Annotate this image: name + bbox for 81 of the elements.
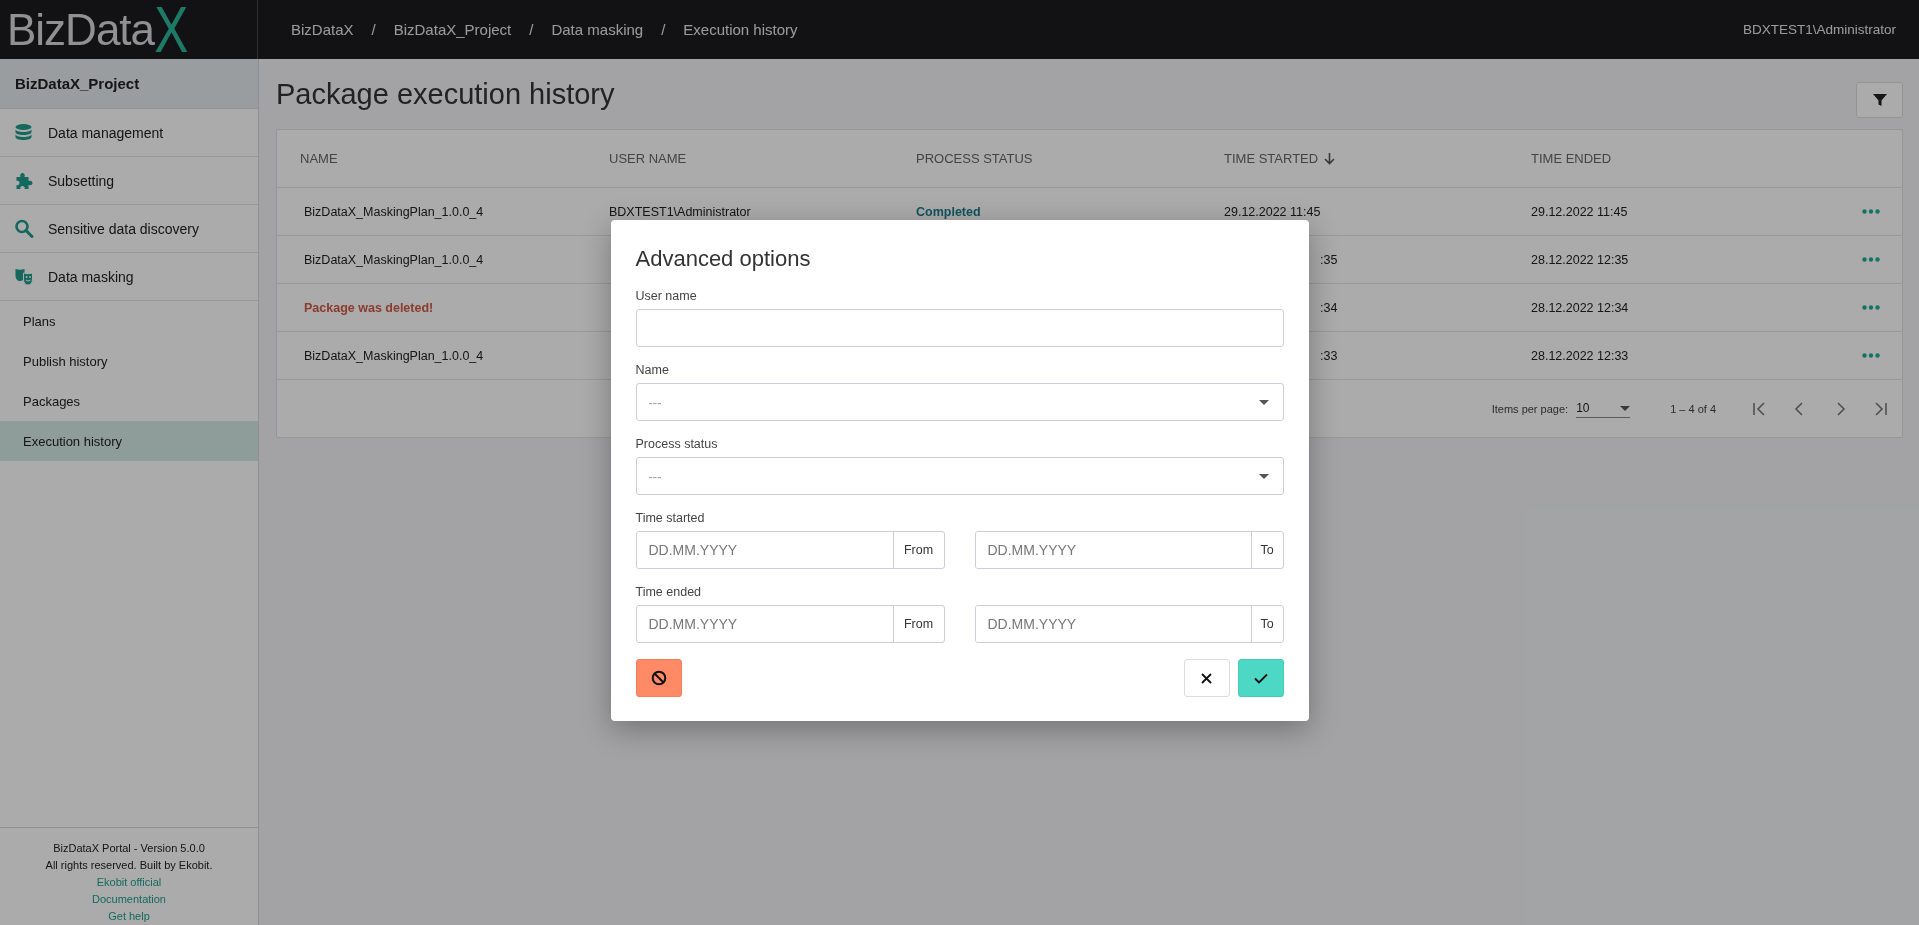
page-size-select[interactable]: 10 [1576,399,1631,418]
field-label: Name [635,363,670,377]
breadcrumb-current: Execution history [683,21,798,38]
logo-mark: X [154,0,189,62]
text-field[interactable] [635,309,1284,347]
more-options-icon[interactable] [1862,257,1880,262]
date-field[interactable]: DD.MM.YYYY To [974,531,1284,569]
page-title: Package execution history [276,77,615,111]
prohibited-icon [650,670,667,686]
field-label: Process status [635,437,719,451]
field-label: User name [635,289,698,303]
sidebar-item[interactable]: Subsetting [0,157,258,205]
more-options-icon[interactable] [1862,305,1880,310]
caret-icon [1258,399,1269,405]
close-button[interactable] [1183,659,1230,697]
date-field[interactable]: DD.MM.YYYY From [635,605,945,643]
sidebar-item-label: Data masking [48,268,134,285]
field-label: Time ended [635,585,703,599]
breadcrumb-separator: / [371,21,376,38]
apply-button[interactable] [1237,659,1284,697]
sidebar-subitem[interactable]: Packages [0,381,258,421]
table-cell-text: 28.12.2022 12:34 [1531,300,1630,315]
breadcrumb-link[interactable]: BizDataX [291,21,354,38]
breadcrumb-link[interactable]: Data masking [551,21,644,38]
status-text: Completed [916,204,982,219]
sidebar-item[interactable]: Data masking [0,253,258,301]
breadcrumb-link[interactable]: BizDataX_Project [393,21,512,38]
table-cell-text: :33 [1319,348,1339,363]
logo-text: BizData [7,7,155,52]
column-header[interactable]: NAME [277,151,338,166]
caret-icon [1258,473,1269,479]
puzzle-piece-icon [14,171,34,190]
table-cell-text: 28.12.2022 12:33 [1531,348,1630,363]
theater-masks-icon [14,267,34,286]
footer-text: All rights reserved. Built by Ekobit. [45,859,213,871]
database-icon [14,123,34,142]
paginator-label: Items per page: [1491,402,1569,415]
table-cell-text: 29.12.2022 11:45 [1224,204,1322,219]
checkmark-icon [1253,672,1268,684]
project-title: BizDataX_Project [0,59,258,109]
dialog-title: Advanced options [635,246,812,272]
filter-icon [1872,93,1887,107]
table-cell-text: 28.12.2022 12:35 [1531,252,1630,267]
field-label: Time started [635,511,706,525]
column-header[interactable]: TIME STARTED [1224,151,1336,166]
sidebar-item-label: Sensitive data discovery [48,220,199,237]
last-page-icon[interactable] [1872,400,1888,417]
table-cell-text: 29.12.2022 11:45 [1531,204,1629,219]
table-cell-text: :35 [1319,252,1339,267]
footer-text: BizDataX Portal - Version 5.0.0 [53,842,205,854]
reset-button[interactable] [635,659,682,697]
first-page-icon[interactable] [1752,400,1768,417]
date-field[interactable]: DD.MM.YYYY From [635,531,945,569]
sidebar-item-label: Data management [48,124,164,141]
close-icon [1201,672,1212,684]
breadcrumb-separator: / [661,21,666,38]
breadcrumb-separator: / [529,21,534,38]
date-field[interactable]: DD.MM.YYYY To [974,605,1284,643]
sidebar-item[interactable]: Sensitive data discovery [0,205,258,253]
more-options-icon[interactable] [1862,209,1880,214]
column-header[interactable]: PROCESS STATUS [916,151,1033,166]
table-cell-text: BizDataX_MaskingPlan_1.0.0_4 [303,348,485,363]
sidebar-subitem[interactable]: Plans [0,301,258,341]
sidebar-item[interactable]: Data management [0,109,258,157]
table-cell-text: BizDataX_MaskingPlan_1.0.0_4 [303,252,485,267]
column-header[interactable]: TIME ENDED [1531,151,1612,166]
search-icon [14,219,34,238]
page-range: 1 – 4 of 4 [1670,402,1716,415]
error-message: Package was deleted! [303,300,435,315]
sort-descending-icon[interactable] [1324,152,1336,165]
column-header[interactable]: USER NAME [609,151,687,166]
sidebar-subitem[interactable]: Execution history [0,421,258,461]
filter-button[interactable] [1856,82,1903,118]
caret-icon [1620,405,1631,411]
user-name[interactable]: BDXTEST1\Administrator [1742,22,1919,37]
more-options-icon[interactable] [1862,353,1880,358]
sidebar-item-label: Subsetting [48,172,115,189]
sidebar-subitem[interactable]: Publish history [0,341,258,381]
table-cell-text: BizDataX_MaskingPlan_1.0.0_4 [303,204,485,219]
table-cell-text: BDXTEST1\Administrator [609,204,752,219]
table-cell-text: :34 [1319,300,1339,315]
